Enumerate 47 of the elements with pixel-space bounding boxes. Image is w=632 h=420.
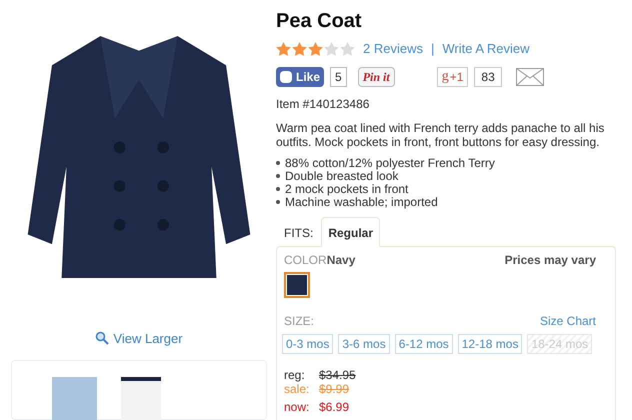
size-chart-link[interactable]: Size Chart	[540, 312, 596, 330]
size-option[interactable]: 12-18 mos	[458, 334, 522, 354]
magnifier-icon	[95, 331, 110, 346]
size-option[interactable]: 6-12 mos	[394, 334, 453, 354]
size-option[interactable]: 0-3 mos	[282, 334, 334, 354]
like-count: 5	[330, 66, 347, 86]
star-icon	[276, 42, 291, 56]
price-label: reg:	[284, 368, 306, 382]
bullet-icon	[276, 174, 280, 178]
size-label: SIZE:	[284, 312, 314, 330]
feature-item: Machine washable; imported	[285, 196, 438, 208]
color-label: COLOR	[284, 252, 327, 268]
google-plus-button[interactable]: g+1	[436, 66, 468, 86]
price-label: sale:	[284, 382, 310, 396]
pants-photo-placeholder	[52, 377, 97, 420]
product-description: Warm pea coat lined with French terry adds panache to all his outfits. Mock pockets in front, front buttons for easy dressing.	[276, 120, 606, 148]
bullet-icon	[276, 200, 280, 204]
fit-tab[interactable]: Regular	[321, 216, 380, 246]
color-value: Navy	[326, 252, 356, 268]
feature-item: 88% cotton/12% polyester French Terry	[285, 156, 495, 170]
color-swatch[interactable]	[284, 272, 310, 298]
bullet-icon	[276, 161, 280, 165]
price-value: $6.99	[319, 400, 350, 414]
prices-note: Prices may vary	[504, 252, 596, 268]
size-option[interactable]: 3-6 mos	[338, 334, 390, 354]
google-plus-count: 83	[474, 66, 502, 86]
star-icon	[340, 42, 355, 56]
star-icon	[324, 42, 339, 56]
product-title: Pea Coat	[276, 9, 363, 33]
feature-item: Double breasted look	[285, 170, 398, 182]
price-label: now:	[284, 400, 310, 414]
bullet-icon	[276, 187, 280, 191]
write-review-link[interactable]: Write A Review	[442, 39, 530, 58]
feature-item: 2 mock pockets in front	[285, 182, 408, 196]
g-icon: g	[442, 70, 449, 84]
price-value: $34.95	[319, 368, 356, 382]
separator: |	[430, 40, 434, 58]
price-value: $9.99	[319, 382, 350, 396]
item-number: Item #140123486	[276, 96, 370, 112]
reviews-link[interactable]: 2 Reviews	[363, 39, 423, 58]
star-icon	[308, 42, 323, 56]
like-button[interactable]: Like	[276, 66, 324, 86]
email-icon[interactable]	[516, 68, 544, 86]
pin-it-button[interactable]: Pin it	[358, 66, 395, 86]
fits-label: FITS:	[283, 224, 314, 242]
view-larger-link[interactable]: View Larger	[95, 328, 183, 348]
star-icon	[292, 42, 307, 56]
